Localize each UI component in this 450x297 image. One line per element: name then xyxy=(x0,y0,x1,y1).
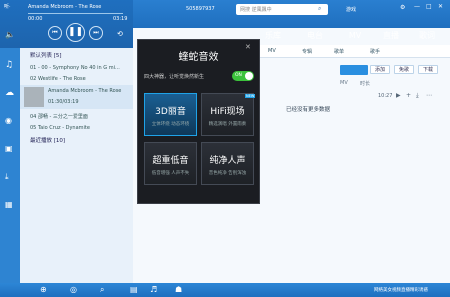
music-icon[interactable]: ♫ xyxy=(5,60,13,70)
shop-icon[interactable]: ▤ xyxy=(130,285,138,294)
effects-toggle[interactable]: ON xyxy=(232,71,254,81)
play-all-button[interactable] xyxy=(340,65,368,75)
left-sidebar: ♫ ☁ ◉ ▣ ⤓ ▦ xyxy=(0,48,20,283)
subtab-mv[interactable]: MV xyxy=(268,48,276,54)
popup-subtitle: 四大神器，让听觉焕然新生 xyxy=(144,74,205,80)
header-mv: MV xyxy=(340,80,348,86)
download-row-icon[interactable]: ⤓ xyxy=(416,92,419,100)
effect-desc: 低音增强 人声不失 xyxy=(151,171,190,176)
effect-desc: 精选演唱 外置雨奏 xyxy=(208,122,247,127)
time-current: 00:00 xyxy=(28,16,43,22)
effect-hifi-live[interactable]: HiFi现场 精选演唱 外置雨奏 NEW xyxy=(201,93,256,136)
add-row-icon[interactable]: + xyxy=(406,92,411,99)
free-song-button[interactable]: 免歌 xyxy=(394,65,414,74)
subtab-playlist[interactable]: 歌单 xyxy=(334,48,344,55)
more-row-icon[interactable]: ⋯ xyxy=(426,92,432,99)
radio-icon[interactable]: ◉ xyxy=(5,116,12,125)
album-thumbnail xyxy=(24,87,44,107)
playlist-item[interactable]: 02 Westlife - The Rose xyxy=(20,74,133,84)
effect-title: 超重低音 xyxy=(152,156,189,166)
effect-title: 纯净人声 xyxy=(209,156,246,166)
effect-title: HiFi现场 xyxy=(210,107,245,117)
app-logo[interactable]: 听· xyxy=(4,3,11,10)
game-icon[interactable]: ☗ xyxy=(175,285,182,294)
download-icon[interactable]: ⤓ xyxy=(5,172,9,182)
header-duration: 时长 xyxy=(360,81,371,87)
add-button[interactable]: 添加 xyxy=(370,65,390,74)
now-playing-title: Amanda Mcbroom - The Rose xyxy=(28,4,102,10)
no-more-data: 已经没有更多数据 xyxy=(286,107,331,113)
bottom-toolbar: ⊕ ◎ ⌕ ▤ ♬ ☗ 网络美女视频直播精彩诱惑 xyxy=(0,283,450,297)
effect-pure-vocal[interactable]: 纯净人声 音色纯净 告别浑浊 xyxy=(201,142,254,185)
active-song-title: Amanda Mcbroom - The Rose xyxy=(48,88,122,94)
playlist-group-recent[interactable]: 最近播放 [10] xyxy=(20,136,133,146)
locate-icon[interactable]: ◎ xyxy=(70,285,77,294)
time-total: 03:19 xyxy=(113,16,128,22)
user-id[interactable]: 505897937 xyxy=(186,6,215,12)
playlist-item-active[interactable]: Amanda Mcbroom - The Rose 01:30/03:19 xyxy=(20,85,133,109)
effect-desc: 音色纯净 告别浑浊 xyxy=(208,171,247,176)
effect-title: 3D丽音 xyxy=(155,107,186,117)
maximize-icon[interactable]: □ xyxy=(426,3,432,10)
playmode-icon[interactable]: ⟲ xyxy=(117,30,123,38)
effect-desc: 立体环绕 动态环绕 xyxy=(151,122,190,127)
sound-effects-icon[interactable]: ♬ xyxy=(150,285,157,294)
sub-nav xyxy=(260,45,450,58)
tab-lyrics[interactable]: 歌词 xyxy=(412,26,442,46)
apps-icon[interactable]: ▦ xyxy=(5,200,13,209)
playlist-group-default[interactable]: 默认列表 [5] xyxy=(20,51,133,61)
previous-button[interactable]: ⏮ xyxy=(48,26,62,40)
pause-button[interactable]: ❚❚ xyxy=(66,23,85,42)
search-placeholder: 网搜 逆風飄中 xyxy=(240,7,272,13)
close-icon[interactable]: ✕ xyxy=(438,3,443,10)
search-icon[interactable]: ⌕ xyxy=(318,5,321,13)
new-badge: NEW xyxy=(245,94,256,98)
add-icon[interactable]: ⊕ xyxy=(40,285,47,294)
row-duration: 10:27 xyxy=(378,93,393,99)
popup-title: 蝰蛇音效 xyxy=(178,52,219,63)
playlist-item[interactable]: 01 - 00 - Symphony No 40 in G mi... xyxy=(20,63,133,73)
download-button[interactable]: 下载 xyxy=(418,65,438,74)
games-link[interactable]: 游戏 xyxy=(346,6,356,13)
toggle-knob xyxy=(245,72,253,80)
playlist-item[interactable]: 04 邵畅 - 三分之一爱里面 xyxy=(20,112,133,122)
toggle-label: ON xyxy=(235,73,242,78)
settings-icon[interactable]: ⚙ xyxy=(400,4,405,11)
tab-mv[interactable]: MV xyxy=(340,26,370,46)
next-button[interactable]: ⏭ xyxy=(89,26,103,40)
effect-3d-surround[interactable]: 3D丽音 立体环绕 动态环绕 xyxy=(144,93,197,136)
sound-effects-popup: 蝰蛇音效 ✕ 四大神器，让听觉焕然新生 ON 3D丽音 立体环绕 动态环绕 Hi… xyxy=(137,39,260,204)
subtab-album[interactable]: 专辑 xyxy=(302,48,312,55)
progress-bar[interactable] xyxy=(28,13,123,14)
player-controls: 听· Amanda Mcbroom - The Rose 00:00 03:19… xyxy=(0,0,133,48)
search-list-icon[interactable]: ⌕ xyxy=(100,285,104,295)
play-row-icon[interactable]: ▶ xyxy=(396,92,401,99)
active-song-time: 01:30/03:19 xyxy=(48,99,79,105)
device-icon[interactable]: ▣ xyxy=(5,144,13,153)
cloud-icon[interactable]: ☁ xyxy=(5,88,14,98)
tab-live[interactable]: 直播 xyxy=(376,26,406,46)
volume-icon[interactable]: 🔈 xyxy=(5,30,15,39)
minimize-icon[interactable]: — xyxy=(414,3,420,10)
effect-super-bass[interactable]: 超重低音 低音增强 人声不失 xyxy=(144,142,197,185)
popup-close-icon[interactable]: ✕ xyxy=(245,43,251,51)
tab-library[interactable]: 乐库 xyxy=(258,26,288,46)
playlist-panel: 默认列表 [5] 01 - 00 - Symphony No 40 in G m… xyxy=(20,48,133,283)
playlist-item[interactable]: 05 Taio Cruz - Dynamite xyxy=(20,123,133,133)
subtab-singer[interactable]: 歌手 xyxy=(370,48,380,55)
ad-text[interactable]: 网络美女视频直播精彩诱惑 xyxy=(374,287,428,293)
tab-radio[interactable]: 电台 xyxy=(300,26,330,46)
